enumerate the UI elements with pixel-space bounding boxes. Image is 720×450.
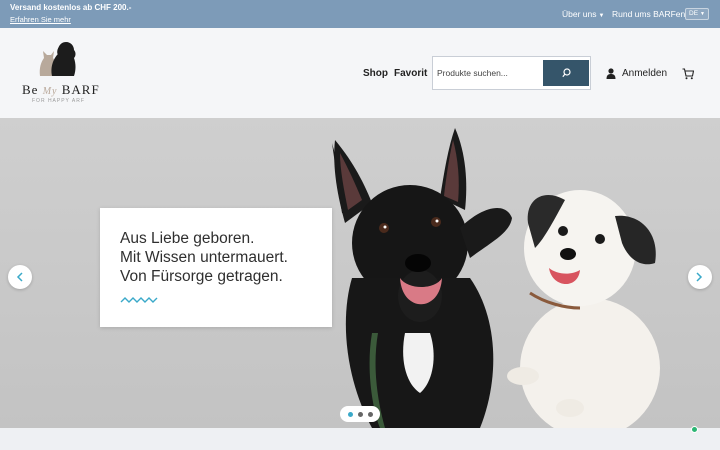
shipping-notice: Versand kostenlos ab CHF 200.- — [10, 3, 132, 12]
search-button[interactable] — [543, 60, 589, 86]
chevron-down-icon: ▼ — [700, 11, 705, 17]
language-value: DE — [689, 10, 699, 17]
chevron-down-icon: ▼ — [598, 13, 605, 19]
brand-my: My — [42, 86, 58, 97]
about-us-label: Über uns — [562, 9, 597, 19]
hero-line-3: Von Fürsorge getragen. — [120, 268, 283, 285]
search-box — [432, 56, 591, 90]
language-select[interactable]: DE ▼ — [685, 8, 709, 20]
top-announcement-bar: Versand kostenlos ab CHF 200.- Erfahren … — [0, 0, 720, 28]
hero-slider: Aus Liebe geboren. Mit Wissen untermauer… — [0, 118, 720, 428]
slider-next-button[interactable] — [688, 265, 712, 289]
cart-button[interactable] — [682, 67, 696, 81]
nav-shop[interactable]: Shop — [363, 68, 388, 79]
hero-quote-card: Aus Liebe geboren. Mit Wissen untermauer… — [100, 208, 332, 327]
hero-line-2: Mit Wissen untermauert. — [120, 249, 288, 266]
chevron-left-icon — [16, 272, 23, 282]
slider-dot-2[interactable] — [358, 412, 363, 417]
slider-pagination — [340, 406, 380, 422]
login-label: Anmelden — [622, 68, 668, 79]
search-icon — [562, 68, 571, 78]
pets-logo-icon — [39, 42, 76, 76]
wave-divider-icon — [120, 297, 158, 303]
chevron-right-icon — [696, 272, 703, 282]
about-us-menu[interactable]: Über uns ▼ — [562, 9, 604, 19]
brand-barf: BARF — [61, 82, 100, 97]
cart-icon — [682, 68, 695, 80]
site-logo[interactable]: Be My BARF FOR HAPPY ARF — [20, 40, 100, 110]
nav-favorites[interactable]: Favorit — [394, 68, 427, 79]
brand-tagline: FOR HAPPY ARF — [32, 98, 85, 104]
next-section-strip — [0, 428, 720, 450]
slider-prev-button[interactable] — [8, 265, 32, 289]
learn-more-link[interactable]: Erfahren Sie mehr — [10, 15, 71, 24]
brand-be: Be — [22, 82, 39, 97]
search-input[interactable] — [437, 66, 537, 80]
hero-line-1: Aus Liebe geboren. — [120, 230, 255, 247]
slider-dot-3[interactable] — [368, 412, 373, 417]
barfen-link[interactable]: Rund ums BARFen — [612, 9, 685, 19]
brand-name: Be My BARF — [22, 82, 100, 98]
user-icon — [606, 68, 616, 79]
slider-dot-1[interactable] — [348, 412, 353, 417]
chat-status-icon[interactable] — [691, 426, 698, 433]
site-header: Be My BARF FOR HAPPY ARF Shop Favorit An… — [0, 28, 720, 118]
